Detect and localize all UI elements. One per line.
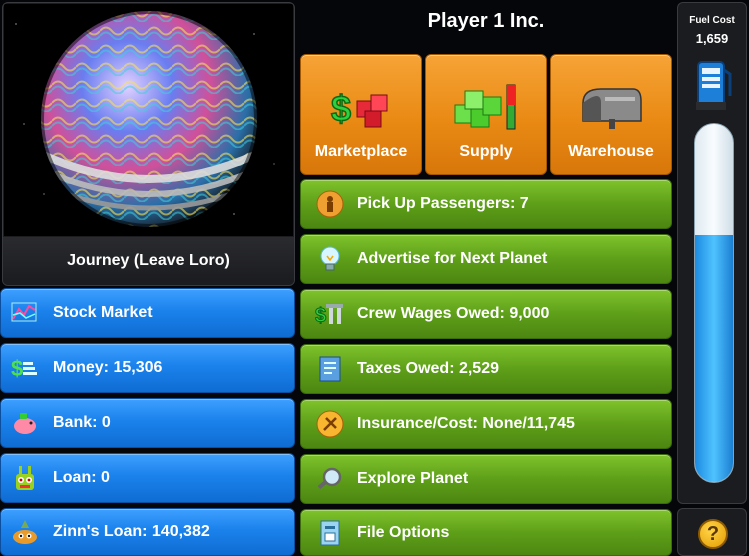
wages-tools-icon: $ bbox=[315, 299, 345, 329]
svg-text:$: $ bbox=[11, 356, 23, 381]
journey-label: Journey (Leave Loro) bbox=[67, 252, 230, 269]
svg-text:$: $ bbox=[315, 305, 326, 327]
insurance-label: Insurance/Cost: None/11,745 bbox=[357, 415, 575, 432]
crew-wages-button[interactable]: $ Crew Wages Owed: 9,000 bbox=[300, 289, 672, 339]
passenger-icon bbox=[315, 189, 345, 219]
tax-document-icon bbox=[315, 354, 345, 384]
warehouse-label: Warehouse bbox=[568, 143, 654, 160]
zinns-loan-label: Zinn's Loan: 140,382 bbox=[53, 523, 210, 540]
company-title: Player 1 Inc. bbox=[427, 10, 545, 32]
explore-planet-button[interactable]: Explore Planet bbox=[300, 454, 672, 504]
loan-creature-icon bbox=[11, 464, 39, 492]
money-label: Money: 15,306 bbox=[53, 359, 163, 376]
bank-button[interactable]: Bank: 0 bbox=[0, 398, 295, 448]
file-options-label: File Options bbox=[357, 523, 450, 541]
taxes-label: Taxes Owed: 2,529 bbox=[357, 360, 499, 377]
pick-up-passengers-button[interactable]: Pick Up Passengers: 7 bbox=[300, 179, 672, 229]
insurance-button[interactable]: Insurance/Cost: None/11,745 bbox=[300, 399, 672, 449]
pick-up-passengers-label: Pick Up Passengers: 7 bbox=[357, 195, 529, 212]
taxes-button[interactable]: Taxes Owed: 2,529 bbox=[300, 344, 672, 394]
bank-label: Bank: 0 bbox=[53, 414, 111, 431]
crew-wages-label: Crew Wages Owed: 9,000 bbox=[357, 305, 550, 322]
magnifier-icon bbox=[315, 464, 345, 494]
help-icon: ? bbox=[698, 519, 728, 549]
file-options-button[interactable]: File Options bbox=[300, 509, 672, 556]
journey-button[interactable]: Journey (Leave Loro) bbox=[3, 237, 294, 285]
piggy-bank-icon bbox=[11, 409, 39, 437]
stock-market-label: Stock Market bbox=[53, 304, 153, 321]
insurance-icon bbox=[315, 409, 345, 439]
money-stack-icon: $ bbox=[11, 354, 39, 382]
fuel-cost-label: Fuel Cost bbox=[689, 15, 735, 26]
warehouse-button[interactable]: Warehouse bbox=[550, 54, 672, 175]
zinn-creature-icon bbox=[11, 518, 39, 546]
advertise-button[interactable]: Advertise for Next Planet bbox=[300, 234, 672, 284]
loan-label: Loan: 0 bbox=[53, 469, 110, 486]
fuel-gauge bbox=[694, 123, 734, 483]
marketplace-label: Marketplace bbox=[314, 143, 408, 160]
supply-label: Supply bbox=[459, 143, 513, 160]
help-button[interactable]: ? bbox=[677, 508, 747, 556]
lightbulb-icon bbox=[315, 244, 345, 274]
dollar-crates-icon: $ bbox=[301, 83, 421, 133]
money-button[interactable]: $ Money: 15,306 bbox=[0, 343, 295, 393]
marketplace-button[interactable]: $ Marketplace bbox=[300, 54, 422, 175]
svg-text:$: $ bbox=[331, 88, 351, 129]
advertise-label: Advertise for Next Planet bbox=[357, 250, 548, 267]
green-boxes-icon bbox=[426, 83, 546, 133]
fuel-panel: Fuel Cost 1,659 bbox=[677, 2, 747, 504]
fuel-level-fill bbox=[695, 234, 733, 482]
planet-panel: Journey (Leave Loro) bbox=[2, 2, 295, 286]
supply-button[interactable]: Supply bbox=[425, 54, 547, 175]
stock-market-button[interactable]: Stock Market bbox=[0, 288, 295, 338]
stock-chart-icon bbox=[11, 299, 39, 327]
fuel-cost-value: 1,659 bbox=[695, 31, 729, 46]
zinns-loan-button[interactable]: Zinn's Loan: 140,382 bbox=[0, 508, 295, 556]
loan-button[interactable]: Loan: 0 bbox=[0, 453, 295, 503]
file-icon bbox=[315, 518, 345, 548]
planet-icon bbox=[38, 8, 260, 230]
explore-planet-label: Explore Planet bbox=[357, 470, 469, 487]
fuel-pump-icon[interactable] bbox=[694, 56, 734, 112]
planet-view bbox=[4, 4, 293, 236]
mailbox-icon bbox=[551, 83, 671, 133]
